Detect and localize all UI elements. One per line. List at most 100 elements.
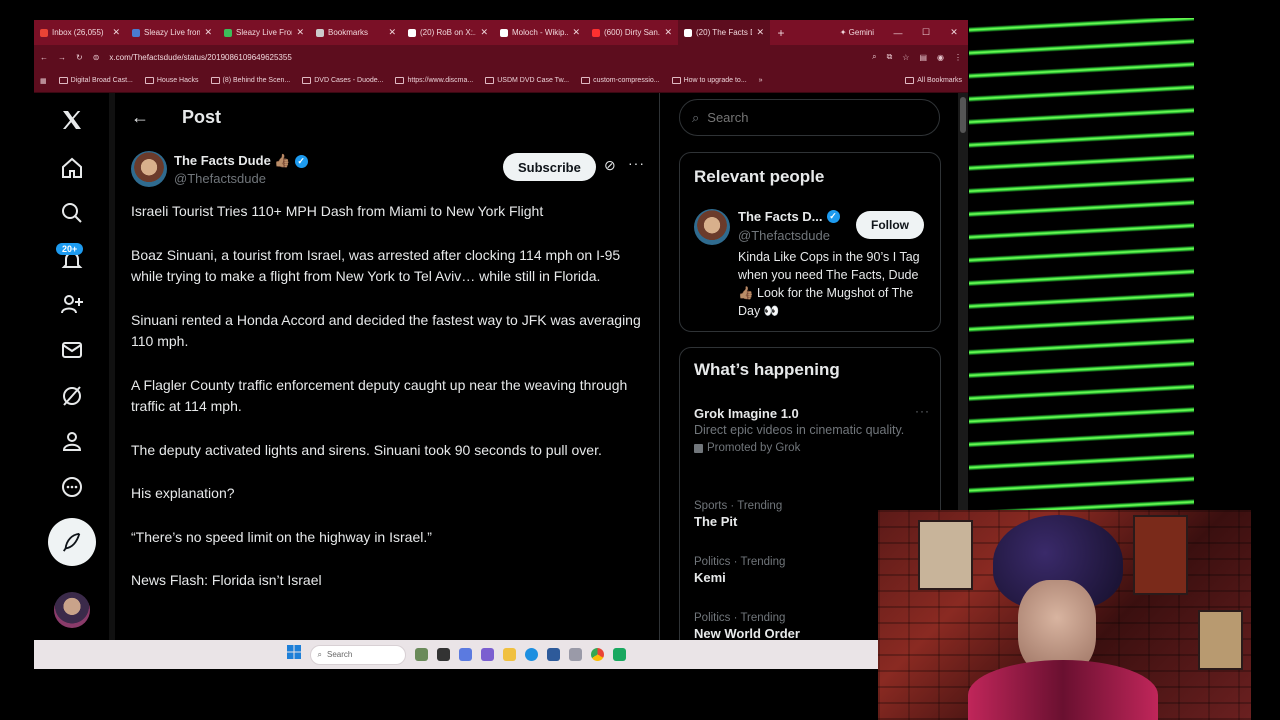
back-icon[interactable]: ← <box>40 53 48 62</box>
taskbar-search[interactable]: ⌕ Search <box>309 644 406 665</box>
close-icon[interactable]: ✕ <box>296 27 304 38</box>
folder-icon <box>581 77 591 84</box>
search-box[interactable]: ⌕ <box>679 99 940 136</box>
account-avatar[interactable] <box>54 592 90 628</box>
more-options-icon[interactable]: ··· <box>915 404 930 418</box>
bookmark-item[interactable]: How to upgrade to... <box>671 77 747 84</box>
file-explorer-icon[interactable] <box>502 648 516 661</box>
maximize-button[interactable]: ☐ <box>912 27 940 38</box>
more-bookmarks-icon[interactable]: » <box>759 77 763 84</box>
explore-icon[interactable] <box>55 196 89 230</box>
bookmark-item[interactable]: (8) Behind the Scen... <box>210 77 290 84</box>
x-logo-icon <box>408 28 416 37</box>
store-icon[interactable] <box>546 648 560 661</box>
task-view-icon[interactable] <box>436 648 450 661</box>
bookmark-item[interactable]: https://www.discma... <box>395 77 473 84</box>
verified-icon: ✓ <box>294 154 308 168</box>
bookmark-item[interactable]: DVD Cases - Duode... <box>302 77 383 84</box>
subscribe-button[interactable]: Subscribe <box>503 153 596 181</box>
site-info-icon[interactable]: ⊜ <box>93 53 100 62</box>
apps-icon[interactable]: ▦ <box>40 77 47 85</box>
minimize-button[interactable]: — <box>884 28 912 38</box>
more-options-icon[interactable]: ··· <box>628 155 645 171</box>
settings-icon[interactable] <box>568 648 582 661</box>
close-icon[interactable]: ✕ <box>388 27 396 38</box>
teams-icon[interactable] <box>480 648 494 661</box>
folder-icon <box>302 77 312 84</box>
browser-tab[interactable]: (20) RoB on X:... ✕ <box>402 20 494 45</box>
tab-bar: Inbox (26,055)✕ Sleazy Live from...✕ Sle… <box>34 20 968 45</box>
relevant-name[interactable]: The Facts D... ✓ <box>738 209 840 224</box>
app-icon[interactable] <box>612 648 626 661</box>
new-tab-button[interactable]: + <box>770 26 792 40</box>
forward-icon[interactable]: → <box>58 53 66 62</box>
author-name[interactable]: The Facts Dude 👍🏽 ✓ <box>174 153 308 169</box>
star-icon <box>316 28 324 37</box>
post-body: Israeli Tourist Tries 110+ MPH Dash from… <box>131 201 646 614</box>
bookmark-item[interactable]: House Hacks <box>144 77 199 84</box>
browser-tab[interactable]: Inbox (26,055) ✕ <box>34 20 126 45</box>
chrome-icon[interactable] <box>590 648 604 661</box>
install-icon[interactable]: ⧉ <box>887 52 893 62</box>
browser-tab[interactable]: (600) Dirty San... ✕ <box>586 20 678 45</box>
x-logo-icon <box>684 28 692 37</box>
messages-icon[interactable] <box>55 333 89 367</box>
zoom-icon[interactable]: ⌕ <box>872 52 876 62</box>
compose-post-button[interactable] <box>48 518 96 566</box>
bookmark-item[interactable]: Digital Broad Cast... <box>58 77 133 84</box>
grok-explain-icon[interactable]: ⊘ <box>604 157 616 174</box>
folder-icon <box>905 77 915 84</box>
bookmark-item[interactable]: custom-compressio... <box>581 77 660 84</box>
gemini-button[interactable]: ✦ Gemini <box>840 28 874 37</box>
profile-icon[interactable]: ◉ <box>937 53 944 62</box>
browser-tab[interactable]: Bookmarks ✕ <box>310 20 402 45</box>
bookmark-item[interactable]: USDM DVD Case Tw... <box>485 77 569 84</box>
wall-poster <box>918 520 973 590</box>
close-icon[interactable]: ✕ <box>664 27 672 38</box>
browser-tab[interactable]: Sleazy Live from...✕ <box>126 20 218 45</box>
author-avatar[interactable] <box>131 151 167 187</box>
x-logo-icon[interactable] <box>55 103 89 137</box>
grok-icon[interactable] <box>55 379 89 413</box>
extensions-icon[interactable]: ▤ <box>919 53 927 62</box>
post-column: ← Post The Facts Dude 👍🏽 ✓ @Thefactsdude … <box>115 93 660 640</box>
relevant-handle[interactable]: @Thefactsdude <box>738 228 830 243</box>
page-title: Post <box>182 107 222 127</box>
trend-item[interactable]: Grok Imagine 1.0 Direct epic videos in c… <box>694 404 930 454</box>
bookmark-star-icon[interactable]: ☆ <box>902 53 909 62</box>
back-arrow-icon[interactable]: ← <box>131 107 149 128</box>
relevant-avatar[interactable] <box>694 209 730 245</box>
close-icon[interactable]: ✕ <box>756 27 764 38</box>
browser-tab[interactable]: Moloch - Wikip... ✕ <box>494 20 586 45</box>
close-icon[interactable]: ✕ <box>112 27 120 38</box>
all-bookmarks-button[interactable]: All Bookmarks <box>905 77 962 84</box>
more-icon[interactable] <box>55 470 89 504</box>
url-field[interactable]: x.com/Thefactsdude/status/20190861096496… <box>109 53 862 62</box>
close-window-button[interactable]: ✕ <box>940 27 968 38</box>
post-paragraph: News Flash: Florida isn’t Israel <box>131 572 322 588</box>
youtube-icon <box>592 28 600 37</box>
promoted-label: Promoted by Grok <box>694 442 930 454</box>
profile-icon[interactable] <box>55 424 89 458</box>
copilot-icon[interactable] <box>458 648 472 661</box>
close-icon[interactable]: ✕ <box>204 27 212 38</box>
notification-badge: 20+ <box>56 243 84 255</box>
reload-icon[interactable]: ↻ <box>76 53 83 62</box>
windows-taskbar: ⌕ Search <box>34 640 878 669</box>
folder-icon <box>671 77 681 84</box>
search-input[interactable] <box>707 110 908 125</box>
close-icon[interactable]: ✕ <box>572 27 580 38</box>
follow-icon[interactable] <box>55 287 89 321</box>
browser-tab-active[interactable]: (20) The Facts D...✕ <box>678 20 770 45</box>
browser-tab[interactable]: Sleazy Live From...✕ <box>218 20 310 45</box>
windows-start-icon[interactable] <box>286 645 301 664</box>
follow-button[interactable]: Follow <box>856 211 924 239</box>
close-icon[interactable]: ✕ <box>480 27 488 38</box>
menu-icon[interactable]: ⋮ <box>954 53 962 62</box>
edge-icon[interactable] <box>524 648 538 661</box>
widgets-icon[interactable] <box>414 648 428 661</box>
home-icon[interactable] <box>55 151 89 185</box>
trend-title: Grok Imagine 1.0 <box>694 406 799 421</box>
author-handle[interactable]: @Thefactsdude <box>174 171 266 186</box>
scrollbar-thumb[interactable] <box>960 97 966 133</box>
